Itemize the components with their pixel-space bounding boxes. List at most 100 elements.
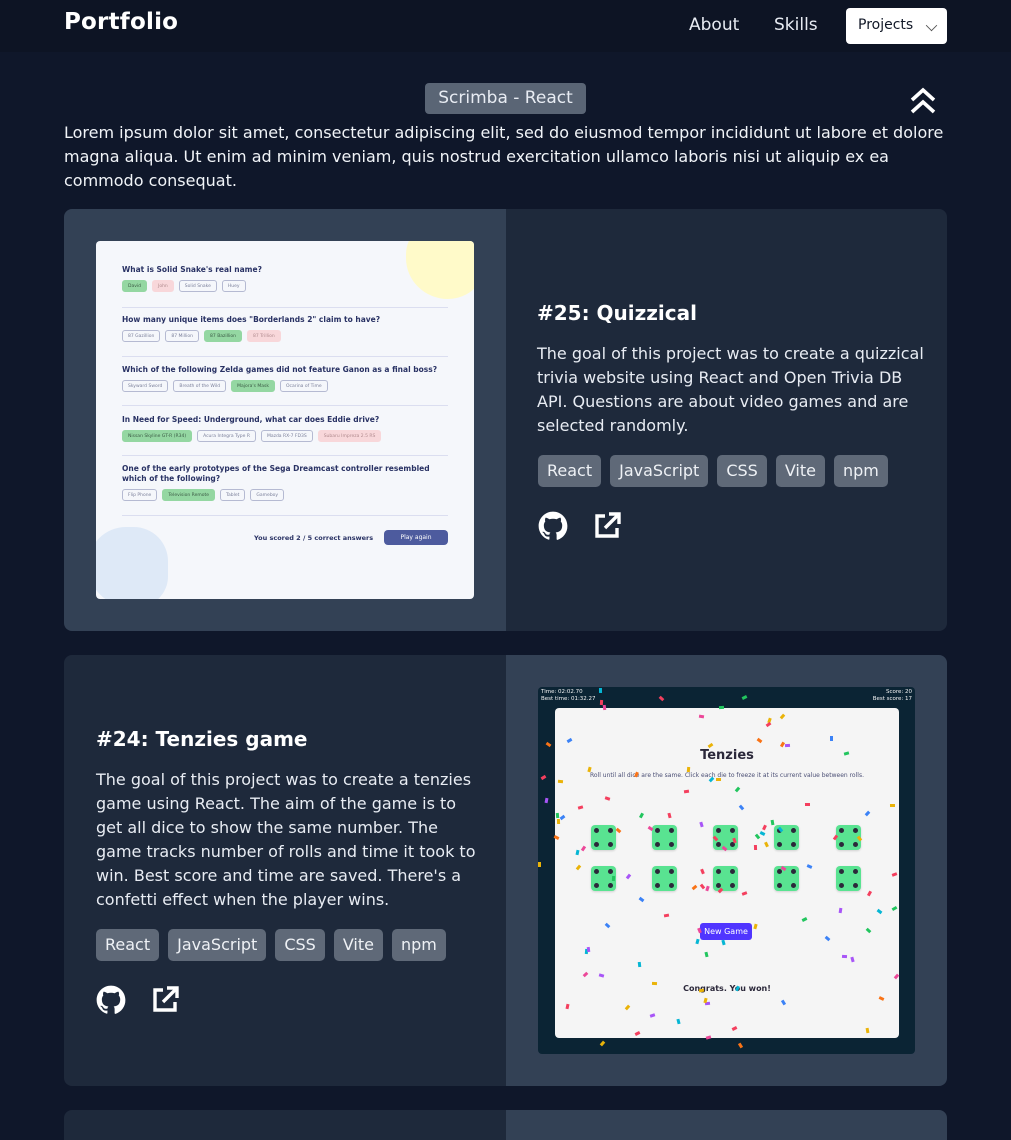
divider (122, 405, 448, 406)
confetti-piece (737, 1042, 744, 1049)
die-pip (669, 869, 674, 874)
quiz-answer: Ocarina of Time (279, 380, 328, 392)
projects-dropdown[interactable]: Projects (846, 8, 947, 44)
external-link-icon[interactable] (150, 985, 180, 1015)
tag: React (96, 929, 160, 961)
confetti-piece (889, 803, 896, 808)
quiz-question: How many unique items does "Borderlands … (122, 315, 448, 342)
confetti-piece (753, 844, 758, 851)
tenzies-board: Tenzies Roll until all dice are the same… (555, 708, 899, 1038)
die-pip (594, 842, 599, 847)
quiz-question: One of the early prototypes of the Sega … (122, 464, 448, 501)
project-title: #24: Tenzies game (96, 727, 308, 751)
confetti-piece (545, 741, 552, 748)
project-image-panel (506, 1110, 947, 1140)
project-tags: React JavaScript CSS Vite npm (538, 455, 888, 487)
double-chevron-up-icon[interactable] (908, 86, 938, 116)
project-description: The goal of this project was to create a… (96, 770, 476, 909)
projects-dropdown-value: Projects (858, 17, 914, 33)
confetti-piece (705, 1035, 712, 1040)
section-badge: Scrimba - React (425, 83, 586, 114)
die-pip (791, 883, 796, 888)
die-pip (669, 883, 674, 888)
tenzies-screenshot: Time: 02:02.70 Best time: 01:32.27 Score… (538, 687, 915, 1054)
quizzical-screenshot: What is Solid Snake's real name? David J… (96, 241, 474, 599)
die-pip (730, 883, 735, 888)
divider (122, 515, 448, 516)
brand-logo[interactable]: Portfolio (64, 9, 178, 35)
die-pip (655, 828, 660, 833)
project-card-next (64, 1110, 947, 1140)
quiz-answer: Huey (221, 280, 246, 292)
die-pip (730, 869, 735, 874)
die-pip (730, 828, 735, 833)
divider (122, 356, 448, 357)
quiz-question-text: Which of the following Zelda games did n… (122, 365, 438, 374)
quiz-question: Which of the following Zelda games did n… (122, 365, 448, 392)
confetti-piece (544, 797, 549, 804)
tenzies-best-time: Best time: 01:32.27 (541, 696, 596, 702)
tag: CSS (275, 929, 325, 961)
confetti-piece (830, 736, 833, 741)
project-tags: React JavaScript CSS Vite npm (96, 929, 446, 961)
confetti-piece (651, 981, 658, 986)
quiz-play-again-button: Play again (384, 530, 448, 545)
tenzies-score: Score: 20 (885, 689, 912, 695)
confetti-piece (557, 779, 564, 784)
die-pip (791, 869, 796, 874)
quiz-answer: John (152, 280, 174, 292)
github-icon[interactable] (96, 985, 126, 1015)
die-pip (791, 842, 796, 847)
quiz-answer: Majora's Mask (231, 380, 275, 392)
project-title: #25: Quizzical (537, 301, 697, 325)
github-icon[interactable] (538, 511, 568, 541)
quiz-answer: Tablet (220, 489, 246, 501)
quiz-answer: 87 Gazillion (122, 330, 161, 342)
top-navbar: Portfolio About Skills Projects (0, 0, 1011, 52)
tag: React (538, 455, 602, 487)
nav-link-about[interactable]: About (689, 15, 739, 35)
die-pip (853, 883, 858, 888)
quiz-question: What is Solid Snake's real name? David J… (122, 265, 448, 292)
confetti-piece (841, 954, 848, 959)
die-pip (669, 842, 674, 847)
confetti-piece (865, 1027, 870, 1034)
quiz-answer: Skyward Sword (122, 380, 169, 392)
project-info-panel (64, 1110, 506, 1140)
die-pip (777, 883, 782, 888)
tag: Vite (333, 929, 383, 961)
divider (122, 307, 448, 308)
die-pip (777, 842, 782, 847)
tenzies-title: Tenzies (700, 748, 754, 763)
tag: CSS (717, 455, 767, 487)
quiz-answer: Flip Phone (122, 489, 158, 501)
die-pip (839, 842, 844, 847)
die (774, 866, 799, 891)
project-info-panel: #25: Quizzical The goal of this project … (506, 209, 947, 631)
nav-link-skills[interactable]: Skills (774, 15, 818, 35)
die (652, 825, 677, 850)
confetti-piece (599, 1040, 606, 1047)
confetti-piece (686, 766, 691, 773)
quiz-answer: Subaru Impreza 2.5 RS (317, 430, 382, 442)
die-pip (608, 828, 613, 833)
die-pip (655, 842, 660, 847)
external-link-icon[interactable] (592, 511, 622, 541)
confetti-piece (718, 705, 725, 710)
die-pip (608, 842, 613, 847)
die-pip (716, 869, 721, 874)
confetti-piece (598, 687, 603, 694)
confetti-piece (602, 704, 607, 711)
confetti-piece (741, 695, 748, 700)
quiz-question-text: How many unique items does "Borderlands … (122, 315, 381, 324)
quiz-question-text: In Need for Speed: Underground, what car… (122, 415, 380, 424)
confetti-piece (637, 961, 642, 968)
decorative-blob (96, 527, 168, 599)
quiz-answer: Mazda RX-7 FD3S (260, 430, 313, 442)
tenzies-instructions: Roll until all dice are the same. Click … (590, 772, 864, 779)
die-pip (777, 869, 782, 874)
section-intro: Lorem ipsum dolor sit amet, consectetur … (64, 123, 944, 190)
die-pip (716, 842, 721, 847)
project-links (96, 985, 180, 1015)
divider (122, 455, 448, 456)
